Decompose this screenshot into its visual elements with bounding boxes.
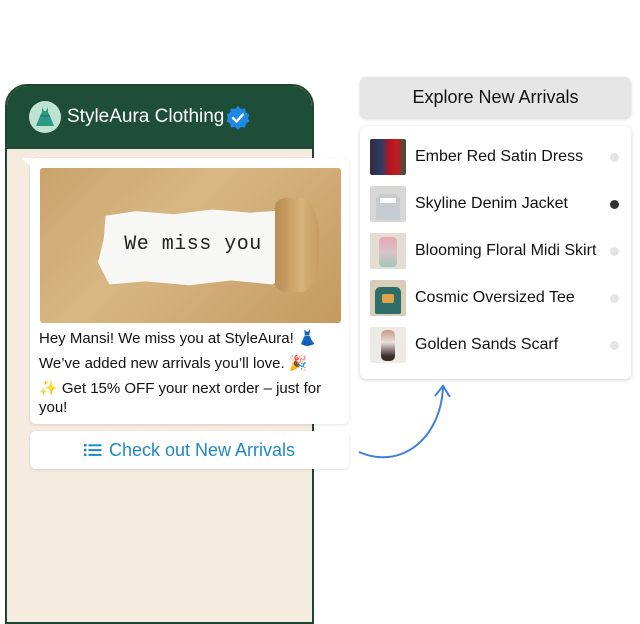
promo-image-text: We miss you: [124, 233, 262, 256]
list-item-golden-sands-scarf[interactable]: Golden Sands Scarf: [370, 326, 625, 364]
radio-button-selected[interactable]: [610, 199, 619, 209]
list-item-label: Golden Sands Scarf: [415, 336, 559, 353]
business-name: StyleAura Clothing: [67, 106, 225, 127]
radio-button[interactable]: [610, 246, 619, 256]
list-item-label: Skyline Denim Jacket: [415, 195, 568, 212]
message-bubble: We miss you Hey Mansi! We miss you at St…: [30, 158, 349, 424]
cta-label: Check out New Arrivals: [108, 439, 296, 460]
list-item-skyline-denim-jacket[interactable]: Skyline Denim Jacket: [370, 185, 625, 223]
curved-arrow-icon: [358, 384, 451, 459]
product-thumbnail: [370, 139, 406, 175]
message-line-2: We’ve added new arrivals you’ll love. 🎉: [39, 355, 308, 372]
list-icon: [83, 444, 102, 457]
list-item-label: Ember Red Satin Dress: [415, 148, 584, 165]
dress-icon: [36, 107, 54, 126]
product-thumbnail: [370, 280, 406, 316]
radio-button[interactable]: [610, 293, 619, 303]
check-out-new-arrivals-button[interactable]: Check out New Arrivals: [30, 431, 349, 469]
list-item-blooming-floral-midi-skirt[interactable]: Blooming Floral Midi Skirt: [370, 232, 625, 270]
list-item-cosmic-oversized-tee[interactable]: Cosmic Oversized Tee: [370, 279, 625, 317]
product-thumbnail: [370, 233, 406, 269]
promo-image: We miss you: [40, 168, 341, 323]
list-item-label: Blooming Floral Midi Skirt: [415, 242, 597, 259]
verified-badge-icon: [226, 106, 250, 130]
radio-button[interactable]: [610, 340, 619, 350]
arrivals-list-title: Explore New Arrivals: [360, 77, 631, 118]
message-line-3: ✨ Get 15% OFF your next order – just for…: [39, 380, 322, 416]
message-line-1: Hey Mansi! We miss you at StyleAura! 👗: [39, 330, 317, 347]
arrivals-list: Ember Red Satin Dress Skyline Denim Jack…: [360, 126, 631, 379]
product-thumbnail: [370, 186, 406, 222]
chat-header: StyleAura Clothing: [7, 86, 312, 149]
radio-button[interactable]: [610, 152, 619, 162]
product-thumbnail: [370, 327, 406, 363]
list-item-ember-red-satin-dress[interactable]: Ember Red Satin Dress: [370, 138, 625, 176]
list-item-label: Cosmic Oversized Tee: [415, 289, 575, 306]
avatar[interactable]: [29, 101, 61, 133]
